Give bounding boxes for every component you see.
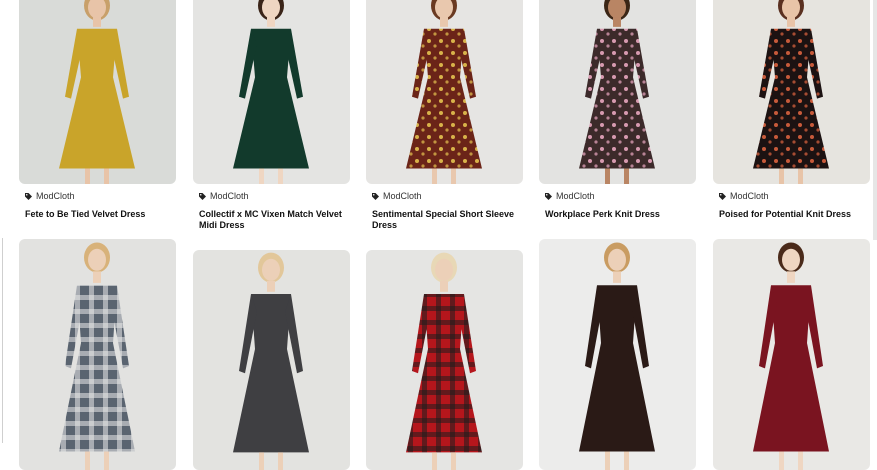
- product-meta: ModCloth Fete to Be Tied Velvet Dress: [25, 190, 175, 220]
- tag-icon: [25, 192, 32, 200]
- product-grid: ModCloth Fete to Be Tied Velvet Dress Mod…: [0, 0, 877, 470]
- product-title[interactable]: Sentimental Special Short Sleeve Dress: [372, 209, 522, 231]
- product-image[interactable]: [713, 0, 870, 184]
- product-image[interactable]: [366, 250, 523, 470]
- tag-icon: [545, 192, 552, 200]
- product-title[interactable]: Poised for Potential Knit Dress: [719, 209, 869, 220]
- product-title[interactable]: Collectif x MC Vixen Match Velvet Midi D…: [199, 209, 349, 231]
- brand-row[interactable]: ModCloth: [545, 190, 695, 202]
- brand-label: ModCloth: [210, 191, 249, 201]
- product-title[interactable]: Fete to Be Tied Velvet Dress: [25, 209, 175, 220]
- product-title[interactable]: Workplace Perk Knit Dress: [545, 209, 695, 220]
- tag-icon: [719, 192, 726, 200]
- product-image[interactable]: [193, 0, 350, 184]
- tag-icon: [372, 192, 379, 200]
- product-image[interactable]: [19, 0, 176, 184]
- product-image[interactable]: [539, 0, 696, 184]
- brand-row[interactable]: ModCloth: [719, 190, 869, 202]
- product-image[interactable]: [193, 250, 350, 470]
- brand-label: ModCloth: [36, 191, 75, 201]
- brand-row[interactable]: ModCloth: [199, 190, 349, 202]
- brand-row[interactable]: ModCloth: [25, 190, 175, 202]
- brand-label: ModCloth: [730, 191, 769, 201]
- brand-label: ModCloth: [383, 191, 422, 201]
- tag-icon: [199, 192, 206, 200]
- product-image[interactable]: [19, 239, 176, 470]
- product-image[interactable]: [366, 0, 523, 184]
- product-meta: ModCloth Workplace Perk Knit Dress: [545, 190, 695, 220]
- product-meta: ModCloth Collectif x MC Vixen Match Velve…: [199, 190, 349, 231]
- brand-row[interactable]: ModCloth: [372, 190, 522, 202]
- product-image[interactable]: [539, 239, 696, 470]
- brand-label: ModCloth: [556, 191, 595, 201]
- product-meta: ModCloth Sentimental Special Short Sleeve…: [372, 190, 522, 231]
- product-meta: ModCloth Poised for Potential Knit Dress: [719, 190, 869, 220]
- product-image[interactable]: [713, 239, 870, 470]
